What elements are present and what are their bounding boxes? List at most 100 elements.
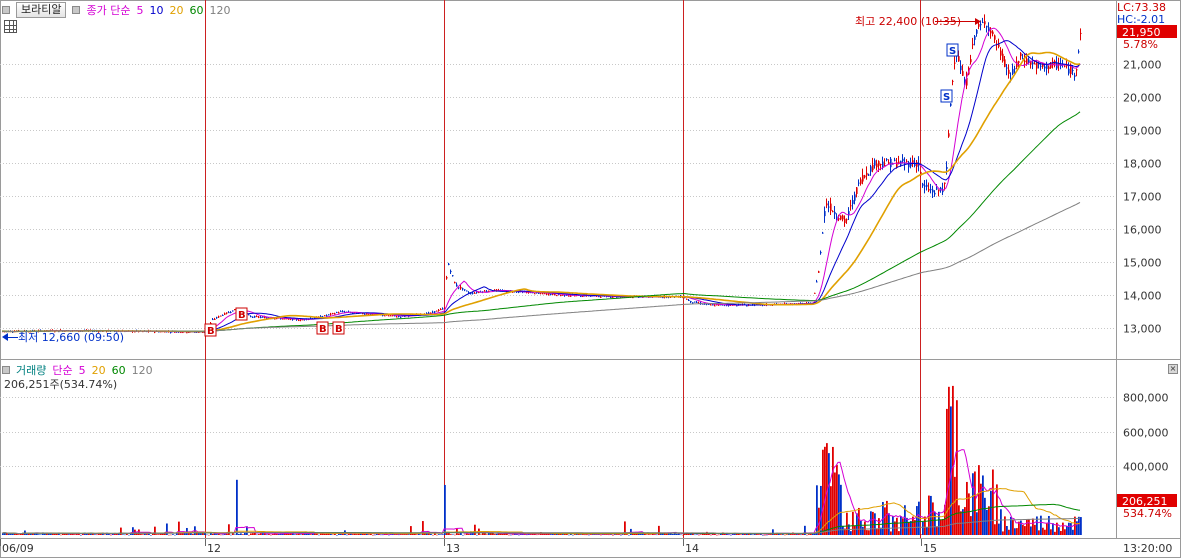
candle-body	[1014, 68, 1016, 70]
candle-body	[688, 299, 690, 301]
candle-body	[256, 316, 258, 318]
candle-body	[864, 175, 866, 178]
volume-toggle-icon[interactable]	[2, 366, 10, 374]
volume-bar	[920, 534, 922, 535]
candle-body	[694, 301, 696, 303]
candle-body	[970, 59, 972, 63]
volume-bar	[38, 534, 40, 535]
candle-body	[932, 189, 934, 193]
volume-bar	[356, 534, 358, 535]
volume-bar	[954, 476, 956, 535]
volume-bar	[586, 534, 588, 536]
panel-toggle-icon[interactable]	[2, 6, 10, 14]
volume-bar	[588, 534, 590, 536]
candle-body	[228, 312, 230, 314]
volume-ma60-label: 60	[111, 363, 126, 377]
volume-bar	[626, 534, 628, 535]
volume-bar	[766, 534, 768, 536]
candle-body	[560, 295, 562, 297]
volume-bar	[110, 534, 112, 536]
volume-bar	[784, 534, 786, 536]
candle-body	[462, 288, 464, 290]
stock-name-button[interactable]: 보라티알	[16, 2, 67, 18]
chart-canvas[interactable]: 21,000 20,000 19,000 18,000 17,000 16,000 15,0…	[0, 0, 1181, 558]
volume-bar	[152, 533, 154, 535]
candle-body	[170, 332, 172, 334]
candle-body	[252, 316, 254, 318]
candle-body	[440, 309, 442, 311]
volume-bar	[1044, 529, 1046, 535]
volume-bar	[382, 534, 384, 536]
candle-body	[450, 270, 452, 273]
candle-body	[432, 311, 434, 313]
candle-body	[1008, 69, 1010, 74]
volume-bar	[1014, 528, 1016, 535]
candle-body	[866, 172, 868, 176]
volume-bar	[908, 522, 910, 535]
volume-bar	[862, 526, 864, 535]
candle-body	[850, 205, 852, 207]
volume-bar	[352, 534, 354, 535]
candle-body	[714, 305, 716, 307]
candle-body	[692, 302, 694, 304]
candle-body	[928, 188, 930, 191]
volume-bar	[372, 534, 374, 536]
current-volume-pct-label: 534.74%	[1123, 507, 1172, 520]
volume-bar	[464, 534, 466, 536]
candle-body	[960, 65, 962, 71]
volume-bar	[786, 534, 788, 535]
volume-bar	[16, 533, 18, 535]
candle-body	[1032, 62, 1034, 65]
volume-bar	[256, 534, 258, 536]
volume-bar	[440, 534, 442, 535]
volume-bar	[1080, 517, 1082, 535]
candle-body	[562, 294, 564, 296]
volume-bar	[310, 534, 312, 535]
volume-bar	[222, 534, 224, 536]
volume-bar	[1058, 527, 1060, 535]
volume-bar	[1052, 523, 1054, 535]
candle-body	[612, 296, 614, 298]
candle-body	[456, 284, 458, 287]
volume-bar	[750, 534, 752, 535]
candle-body	[534, 293, 536, 295]
volume-bar	[332, 534, 334, 536]
candle-body	[902, 158, 904, 162]
candle-body	[958, 56, 960, 62]
volume-bar	[916, 506, 918, 535]
table-grid-icon[interactable]	[4, 20, 17, 33]
volume-bar	[608, 534, 610, 536]
candle-body	[438, 309, 440, 311]
volume-bar	[948, 386, 950, 535]
volume-bar	[1012, 519, 1014, 535]
candle-body	[858, 182, 860, 184]
volume-bar	[324, 533, 326, 535]
price-ma10-line	[2, 40, 1081, 333]
volume-bar	[486, 534, 488, 535]
candle-body	[934, 192, 936, 195]
price-ma5-label: 5	[136, 3, 144, 17]
candle-body	[546, 293, 548, 295]
volume-panel-close-icon[interactable]: ×	[1168, 364, 1178, 374]
candle-body	[366, 313, 368, 315]
volume-bar	[454, 534, 456, 536]
volume-bar	[200, 533, 202, 535]
low-price-annotation: 최저 12,660 (09:50)	[18, 331, 124, 344]
candle-body	[326, 315, 328, 317]
volume-bar	[884, 507, 886, 535]
volume-bar	[536, 534, 538, 536]
candle-body	[1018, 61, 1020, 63]
volume-bar	[216, 534, 218, 535]
volume-bar	[938, 511, 940, 535]
candle-body	[484, 290, 486, 292]
ma-toggle-icon[interactable]	[72, 6, 81, 14]
volume-bar	[824, 446, 826, 535]
candle-body	[264, 316, 266, 319]
volume-bar	[168, 534, 170, 536]
volume-bar	[1034, 524, 1036, 535]
volume-bar	[1038, 530, 1040, 535]
candle-body	[888, 162, 890, 164]
volume-bar	[876, 528, 878, 535]
volume-bar	[248, 534, 250, 536]
x-axis-label: 13	[446, 542, 460, 555]
